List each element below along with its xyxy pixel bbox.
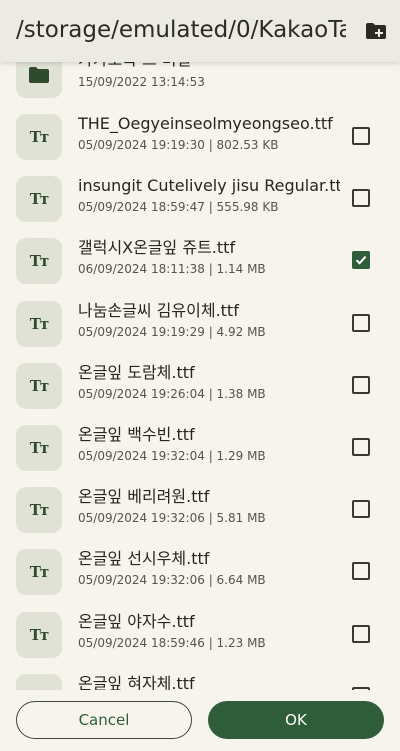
file-meta: 05/09/2024 19:19:30 | 802.53 KB (78, 138, 279, 152)
select-checkbox[interactable] (352, 189, 370, 208)
file-row[interactable]: Tт 온글잎 선시우체.ttf 05/09/2024 19:32:06 | 6.64… (0, 544, 400, 606)
font-file-icon: Tт (16, 176, 62, 223)
ok-button[interactable]: OK (208, 701, 384, 739)
new-folder-button[interactable] (362, 17, 390, 45)
font-glyph-icon: Tт (29, 252, 49, 271)
font-glyph-icon: Tт (29, 563, 49, 582)
file-row[interactable]: Tт 갤럭시X온글잎 쥬트.ttf 06/09/2024 18:11:38 | 1.… (0, 233, 400, 295)
create-new-folder-icon (366, 23, 386, 39)
file-name: 온글잎 야자수.ttf (78, 611, 195, 631)
file-row[interactable]: Tт 온글잎 베리려원.ttf 05/09/2024 19:32:06 | 5.81… (0, 482, 400, 544)
font-glyph-icon: Tт (29, 190, 49, 209)
file-meta: 05/09/2024 19:32:06 | 5.81 MB (78, 511, 266, 526)
app-header: /storage/emulated/0/KakaoTalkDow... (0, 0, 400, 62)
font-file-icon: Tт (16, 487, 62, 534)
font-glyph-icon: Tт (29, 501, 49, 520)
select-checkbox[interactable] (352, 127, 370, 145)
file-meta: 05/09/2024 19:26:04 | 1.38 MB (78, 386, 266, 401)
font-file-icon: Tт (16, 549, 62, 596)
select-checkbox[interactable] (352, 313, 370, 332)
file-name: insungit Cutelively jisu Regular.ttf (78, 176, 340, 196)
current-path: /storage/emulated/0/KakaoTalkDow... (16, 17, 346, 43)
font-glyph-icon: Tт (29, 314, 49, 333)
file-row[interactable]: Tт 온글잎 야자수.ttf 05/09/2024 18:59:46 | 1.23 … (0, 607, 400, 669)
check-icon (355, 256, 367, 266)
font-file-icon: Tт (16, 238, 62, 285)
folder-meta: 15/09/2022 13:14:53 (78, 75, 205, 89)
file-name: 나눔손글씨 김유이체.ttf (78, 300, 239, 320)
file-meta: 06/09/2024 18:11:38 | 1.14 MB (78, 262, 266, 277)
file-row[interactable]: Tт 온글잎 도람체.ttf 05/09/2024 19:26:04 | 1.38 … (0, 358, 400, 420)
cancel-button[interactable]: Cancel (16, 701, 192, 739)
file-row[interactable]: Tт THE_Oegyeinseolmyeongseo.ttf 05/09/2024… (0, 109, 400, 171)
file-name: 온글잎 백수빈.ttf (78, 425, 195, 444)
folder-icon (29, 67, 49, 83)
dialog-footer: Cancel OK (0, 690, 400, 751)
file-meta: 05/09/2024 18:59:47 | 555.98 KB (78, 200, 279, 215)
file-meta: 05/09/2024 19:32:04 | 1.29 MB (78, 449, 266, 463)
font-file-icon: Tт (16, 300, 62, 347)
file-meta: 05/09/2024 19:32:06 | 6.64 MB (78, 573, 266, 588)
file-name: 갤럭시X온글잎 쥬트.ttf (78, 238, 236, 258)
file-row[interactable]: Tт 온글잎 백수빈.ttf 05/09/2024 19:32:04 | 1.29 … (0, 420, 400, 482)
font-file-icon: Tт (16, 611, 62, 658)
file-meta: 05/09/2024 19:19:29 | 4.92 MB (78, 324, 266, 339)
file-row[interactable]: Tт insungit Cutelively jisu Regular.ttf 05… (0, 171, 400, 233)
select-checkbox[interactable] (352, 500, 370, 519)
file-name: 온글잎 베리려원.ttf (78, 487, 210, 507)
file-list: 카카오톡 그 비밀 15/09/2022 13:14:53 TтTHE_Oegy… (0, 0, 400, 751)
file-name: THE_Oegyeinseolmyeongseo.ttf (78, 114, 333, 133)
font-file-icon: Tт (16, 425, 62, 471)
font-glyph-icon: Tт (29, 128, 49, 146)
select-checkbox[interactable] (352, 624, 370, 643)
file-row[interactable]: Tт 나눔손글씨 김유이체.ttf 05/09/2024 19:19:29 | 4.… (0, 296, 400, 358)
file-meta: 05/09/2024 18:59:46 | 1.23 MB (78, 635, 266, 650)
file-name: 온글잎 선시우체.ttf (78, 549, 210, 569)
select-checkbox[interactable] (352, 438, 370, 456)
file-name: 온글잎 도람체.ttf (78, 362, 195, 382)
font-glyph-icon: Tт (29, 376, 49, 395)
font-file-icon: Tт (16, 362, 62, 409)
select-checkbox[interactable] (352, 251, 370, 270)
font-file-icon: Tт (16, 114, 62, 160)
select-checkbox[interactable] (352, 562, 370, 581)
font-glyph-icon: Tт (29, 625, 49, 644)
font-glyph-icon: Tт (29, 439, 49, 457)
select-checkbox[interactable] (352, 375, 370, 394)
